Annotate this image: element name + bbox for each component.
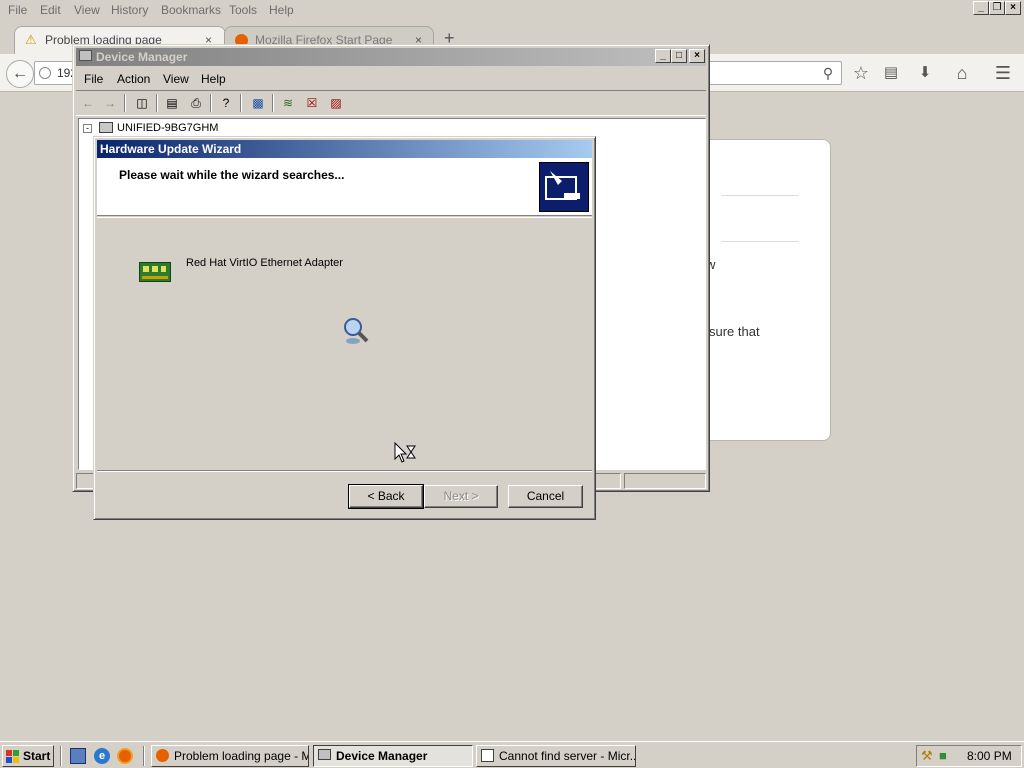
back-arrow-icon[interactable]: ← [78, 94, 98, 112]
cancel-button[interactable]: Cancel [508, 485, 583, 508]
computer-icon [79, 50, 92, 61]
ff-menu-view[interactable]: View [74, 3, 100, 17]
tree-root-label[interactable]: UNIFIED-9BG7GHM [117, 122, 218, 134]
properties-icon[interactable]: ▤ [162, 94, 182, 112]
ff-menu-help[interactable]: Help [269, 3, 294, 17]
wizard-header: Please wait while the wizard searches... [97, 158, 592, 216]
system-tray: ⚒ ■ 8:00 PM [916, 745, 1022, 767]
wizard-titlebar[interactable]: Hardware Update Wizard [97, 140, 592, 158]
menu-action[interactable]: Action [117, 72, 150, 86]
task-problem-loading-page[interactable]: Problem loading page - M... [151, 745, 309, 767]
device-manager-titlebar[interactable]: Device Manager [76, 48, 706, 66]
firefox-icon [156, 749, 169, 762]
document-icon [481, 749, 494, 762]
close-button[interactable]: × [689, 49, 705, 63]
show-hide-tree-icon[interactable]: ◫ [132, 94, 152, 112]
ff-menu-history[interactable]: History [111, 3, 148, 17]
taskbar: Start e Problem loading page - M... Devi… [0, 741, 1024, 768]
network-adapter-icon [139, 262, 171, 282]
next-button[interactable]: Next > [424, 485, 498, 508]
error-text-fragment: sure that [709, 324, 760, 339]
warning-icon: ⚠ [25, 32, 37, 47]
update-driver-icon[interactable]: ≋ [278, 94, 298, 112]
task-label: Cannot find server - Micr... [499, 749, 636, 763]
ff-restore-button[interactable]: ❐ [989, 1, 1005, 15]
back-button-label: < Back [367, 489, 405, 503]
bookmark-star-icon[interactable]: ☆ [850, 62, 872, 84]
searching-magnifier-icon [342, 315, 370, 345]
clock[interactable]: 8:00 PM [967, 749, 1012, 763]
forward-arrow-icon[interactable]: → [100, 94, 120, 112]
uninstall-device-icon[interactable]: ▨ [326, 94, 346, 112]
network-tray-icon[interactable]: ■ [939, 748, 953, 763]
globe-icon [39, 67, 51, 79]
home-icon[interactable]: ⌂ [951, 62, 973, 84]
ff-close-button[interactable]: × [1005, 1, 1021, 15]
menu-view[interactable]: View [163, 72, 189, 86]
ff-menu-bookmarks[interactable]: Bookmarks [161, 3, 221, 17]
device-manager-toolbar: ← → ◫ ▤ ⎙ ? ▩ ≋ ☒ ▨ [76, 90, 706, 116]
computer-icon [99, 122, 113, 133]
ff-menu-edit[interactable]: Edit [40, 3, 61, 17]
hardware-tray-icon[interactable]: ⚒ [921, 748, 935, 763]
computer-icon [318, 749, 331, 760]
wizard-title: Hardware Update Wizard [100, 142, 242, 156]
wizard-heading: Please wait while the wizard searches... [119, 168, 345, 182]
hardware-update-wizard: Hardware Update Wizard Please wait while… [93, 136, 596, 520]
download-icon[interactable]: ⬇ [914, 62, 936, 84]
start-button[interactable]: Start [2, 745, 54, 767]
next-button-label: Next > [443, 489, 479, 503]
device-manager-menubar: File Action View Help [76, 67, 706, 90]
task-label: Device Manager [336, 749, 428, 763]
task-device-manager[interactable]: Device Manager [313, 745, 473, 767]
firefox-icon[interactable] [117, 748, 133, 764]
collapse-icon[interactable]: - [83, 124, 92, 133]
windows-logo-icon [6, 749, 20, 763]
bookmarks-list-icon[interactable]: ▤ [880, 62, 902, 84]
help-icon[interactable]: ? [216, 94, 236, 112]
menu-file[interactable]: File [84, 72, 103, 86]
ff-menu-file[interactable]: File [8, 3, 27, 17]
scan-hardware-icon[interactable]: ▩ [248, 94, 268, 112]
back-arrow-icon[interactable]: ← [6, 60, 34, 88]
maximize-button[interactable]: □ [671, 49, 687, 63]
window-title: Device Manager [96, 50, 188, 64]
ff-minimize-button[interactable]: _ [973, 1, 989, 15]
busy-cursor-icon [394, 441, 418, 464]
task-label: Problem loading page - M... [174, 749, 309, 763]
error-page-box: w sure that [700, 139, 831, 441]
hamburger-menu-icon[interactable]: ☰ [992, 62, 1014, 84]
print-icon[interactable]: ⎙ [186, 94, 206, 112]
menu-help[interactable]: Help [201, 72, 226, 86]
device-name-label: Red Hat VirtIO Ethernet Adapter [186, 257, 343, 269]
minimize-button[interactable]: _ [655, 49, 671, 63]
back-button[interactable]: < Back [348, 484, 424, 509]
search-icon[interactable]: ⚲ [817, 62, 839, 84]
task-cannot-find-server[interactable]: Cannot find server - Micr... [476, 745, 636, 767]
firefox-menubar: File Edit View History Bookmarks Tools H… [0, 0, 1024, 20]
internet-explorer-icon[interactable]: e [94, 748, 110, 764]
cancel-button-label: Cancel [526, 489, 565, 503]
ff-menu-tools[interactable]: Tools [229, 3, 257, 17]
disable-device-icon[interactable]: ☒ [302, 94, 322, 112]
start-label: Start [23, 749, 51, 763]
hardware-wizard-icon [539, 162, 589, 212]
show-desktop-icon[interactable] [70, 748, 86, 764]
